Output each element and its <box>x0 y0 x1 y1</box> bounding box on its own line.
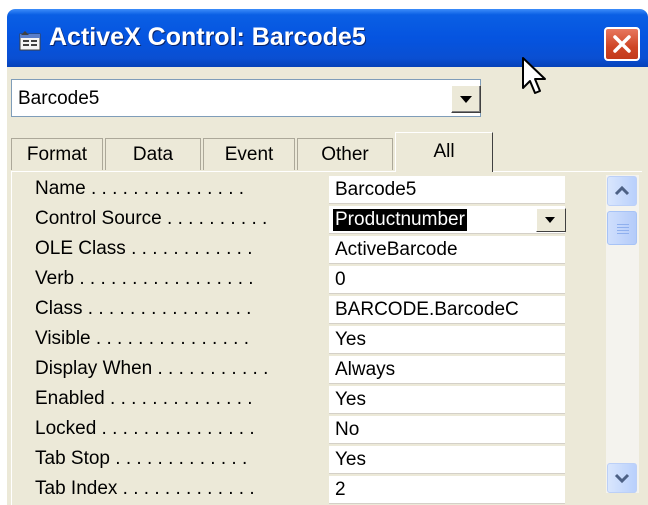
property-value: 2 <box>335 479 346 500</box>
property-value-field[interactable]: No <box>329 416 565 444</box>
grip-line <box>617 227 629 228</box>
property-label: Control Source . . . . . . . . . . <box>35 208 268 229</box>
property-row-verb[interactable]: Verb . . . . . . . . . . . . . . . . . 0 <box>19 265 604 295</box>
grip-line <box>617 233 629 234</box>
property-list: Name . . . . . . . . . . . . . . . Barco… <box>19 175 604 505</box>
property-value-field[interactable]: Yes <box>329 446 565 474</box>
property-label: Enabled . . . . . . . . . . . . . . <box>35 388 253 409</box>
property-row-enabled[interactable]: Enabled . . . . . . . . . . . . . . Yes <box>19 385 604 415</box>
property-value-field[interactable]: Barcode5 <box>329 176 565 204</box>
object-selector-dropdown-button[interactable] <box>451 85 481 113</box>
close-button[interactable] <box>604 27 640 61</box>
property-value: BARCODE.BarcodeC <box>335 299 519 320</box>
property-value-field[interactable]: Yes <box>329 386 565 414</box>
property-row-control-source[interactable]: Control Source . . . . . . . . . . Produ… <box>19 205 604 235</box>
control-source-dropdown-button[interactable] <box>536 208 566 232</box>
tab-other-label: Other <box>321 144 369 165</box>
property-row-tab-index[interactable]: Tab Index . . . . . . . . . . . . . 2 <box>19 475 604 505</box>
properties-window-icon <box>19 31 41 51</box>
scroll-thumb[interactable] <box>607 211 637 245</box>
title-bar[interactable]: ActiveX Control: Barcode5 <box>7 9 648 67</box>
tab-data-label: Data <box>132 144 174 165</box>
property-value-field[interactable]: ActiveBarcode <box>329 236 565 264</box>
chevron-down-icon <box>545 217 555 223</box>
property-value: No <box>335 419 360 440</box>
property-row-class[interactable]: Class . . . . . . . . . . . . . . . . BA… <box>19 295 604 325</box>
property-row-tab-stop[interactable]: Tab Stop . . . . . . . . . . . . . Yes <box>19 445 604 475</box>
property-value-field[interactable]: BARCODE.BarcodeC <box>329 296 565 324</box>
property-label: Class . . . . . . . . . . . . . . . . <box>35 298 252 319</box>
property-label: Verb . . . . . . . . . . . . . . . . . <box>35 268 254 289</box>
mouse-cursor-icon <box>522 57 546 94</box>
close-icon <box>613 35 631 53</box>
grip-line <box>617 224 629 225</box>
property-value-selected: Productnumber <box>333 209 467 231</box>
property-row-name[interactable]: Name . . . . . . . . . . . . . . . Barco… <box>19 175 604 205</box>
property-label: Visible . . . . . . . . . . . . . . . <box>35 328 249 349</box>
property-label: OLE Class . . . . . . . . . . . . <box>35 238 253 259</box>
property-row-ole-class[interactable]: OLE Class . . . . . . . . . . . . Active… <box>19 235 604 265</box>
property-label: Tab Stop . . . . . . . . . . . . . <box>35 448 248 469</box>
property-value-field[interactable]: Productnumber <box>329 206 565 234</box>
tab-all[interactable]: All <box>395 132 493 172</box>
property-value: Always <box>335 359 396 380</box>
property-value: Yes <box>335 449 366 470</box>
object-selector[interactable]: Barcode5 <box>11 79 481 117</box>
property-value: ActiveBarcode <box>335 239 458 260</box>
vertical-scrollbar[interactable] <box>606 175 639 493</box>
tab-all-label: All <box>433 141 455 162</box>
tab-event[interactable]: Event <box>203 138 295 170</box>
scroll-down-button[interactable] <box>607 463 637 493</box>
property-row-display-when[interactable]: Display When . . . . . . . . . . . Alway… <box>19 355 604 385</box>
property-label: Tab Index . . . . . . . . . . . . . <box>35 478 255 499</box>
chevron-down-icon <box>614 473 630 484</box>
grip-line <box>617 230 629 231</box>
property-label: Locked . . . . . . . . . . . . . . . <box>35 418 255 439</box>
property-label: Name . . . . . . . . . . . . . . . <box>35 178 245 199</box>
property-value-field[interactable]: Yes <box>329 326 565 354</box>
tab-data[interactable]: Data <box>105 138 201 170</box>
tab-other[interactable]: Other <box>297 138 393 170</box>
property-tabs: Format Data Event Other All <box>11 132 631 172</box>
property-value: Yes <box>335 389 366 410</box>
property-value-field[interactable]: 0 <box>329 266 565 294</box>
object-selector-value: Barcode5 <box>18 88 100 109</box>
property-value: Yes <box>335 329 366 350</box>
property-value: 0 <box>335 269 346 290</box>
property-value-field[interactable]: Always <box>329 356 565 384</box>
tab-format-label: Format <box>26 144 88 165</box>
property-row-locked[interactable]: Locked . . . . . . . . . . . . . . . No <box>19 415 604 445</box>
properties-window: ActiveX Control: Barcode5 Barcode5 Forma… <box>7 9 648 505</box>
property-value-field[interactable]: 2 <box>329 476 565 504</box>
scroll-up-button[interactable] <box>607 176 637 206</box>
tab-event-label: Event <box>224 144 274 165</box>
property-value: Barcode5 <box>335 179 417 200</box>
chevron-up-icon <box>614 185 630 196</box>
window-title: ActiveX Control: Barcode5 <box>49 23 366 51</box>
chevron-down-icon <box>460 96 472 103</box>
tab-format[interactable]: Format <box>11 138 103 170</box>
property-row-visible[interactable]: Visible . . . . . . . . . . . . . . . Ye… <box>19 325 604 355</box>
property-label: Display When . . . . . . . . . . . <box>35 358 269 379</box>
